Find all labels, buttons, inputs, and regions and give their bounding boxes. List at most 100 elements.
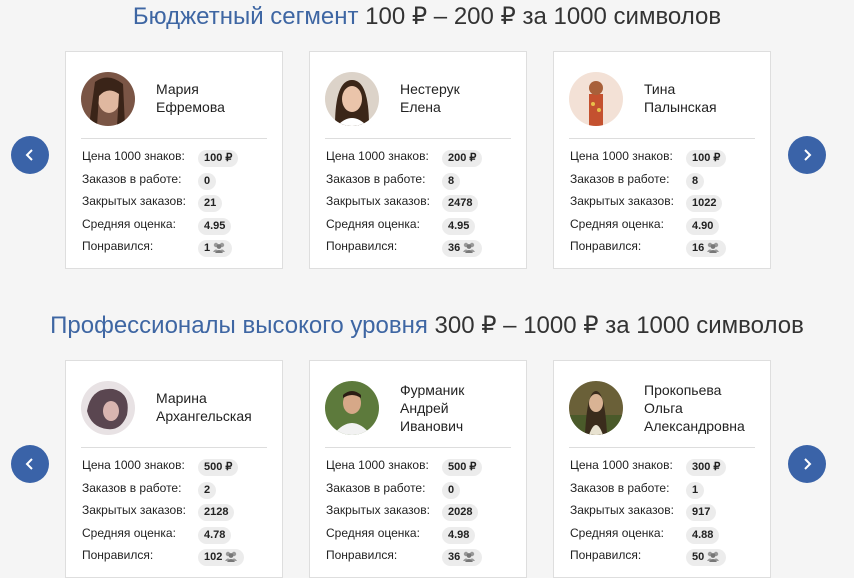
in-work-badge: 1 [686, 481, 705, 499]
liked-label: Понравился: [570, 548, 642, 562]
liked-label: Понравился: [570, 239, 642, 253]
avatar [81, 72, 135, 126]
in-work-badge: 8 [442, 172, 461, 190]
liked-label: Понравился: [326, 239, 398, 253]
avatar [325, 72, 379, 126]
closed-label: Закрытых заказов: [326, 194, 430, 208]
liked-label: Понравился: [326, 548, 398, 562]
avatar [569, 381, 623, 435]
next-arrow-button[interactable] [788, 445, 826, 483]
rating-label: Средняя оценка: [326, 525, 420, 540]
translator-name: Мария Ефремова [156, 81, 225, 115]
translator-name: Прокопьева Ольга Александровна [644, 382, 745, 434]
closed-label: Закрытых заказов: [82, 503, 186, 517]
divider [569, 138, 755, 139]
rating-label: Средняя оценка: [82, 525, 176, 540]
section-title-accent: Профессионалы высокого уровня [50, 312, 428, 339]
next-arrow-button[interactable] [788, 136, 826, 174]
stats-list: Цена 1000 знаков: 200 ₽ Заказов в работе:… [326, 149, 516, 262]
in-work-label: Заказов в работе: [570, 480, 670, 495]
closed-badge: 2028 [442, 504, 479, 521]
liked-badge: 102 [198, 549, 245, 566]
in-work-badge: 2 [198, 481, 217, 499]
section-title-budget: Бюджетный сегмент 100 ₽ – 200 ₽ за 1000 … [0, 2, 854, 31]
chevron-right-icon [804, 149, 812, 161]
price-badge: 500 ₽ [442, 459, 483, 476]
avatar [325, 381, 379, 435]
translator-name: Фурманик Андрей Иванович [400, 382, 465, 434]
chevron-left-icon [25, 458, 33, 470]
translator-name: Нестерук Елена [400, 81, 460, 115]
translator-card[interactable]: Фурманик Андрей Иванович Цена 1000 знако… [309, 360, 527, 578]
stats-list: Цена 1000 знаков: 300 ₽ Заказов в работе:… [570, 458, 760, 571]
divider [569, 447, 755, 448]
divider [81, 447, 267, 448]
group-icon [463, 551, 476, 562]
closed-badge: 1022 [686, 195, 723, 212]
price-badge: 100 ₽ [686, 150, 727, 167]
stats-list: Цена 1000 знаков: 100 ₽ Заказов в работе:… [570, 149, 760, 262]
price-badge: 300 ₽ [686, 459, 727, 476]
translator-card[interactable]: Прокопьева Ольга Александровна Цена 1000… [553, 360, 771, 578]
rating-label: Средняя оценка: [82, 216, 176, 231]
chevron-left-icon [25, 149, 33, 161]
liked-badge: 16 [686, 240, 727, 257]
rating-badge: 4.90 [686, 217, 720, 235]
translator-card[interactable]: Марина Архангельская Цена 1000 знаков: 50… [65, 360, 283, 578]
section-title-accent: Бюджетный сегмент [132, 3, 359, 30]
in-work-label: Заказов в работе: [326, 171, 426, 186]
rating-badge: 4.95 [198, 217, 232, 235]
closed-badge: 2128 [198, 504, 235, 521]
rating-label: Средняя оценка: [326, 216, 420, 231]
in-work-label: Заказов в работе: [82, 171, 182, 186]
translator-name: Марина Архангельская [156, 390, 252, 424]
closed-label: Закрытых заказов: [570, 194, 674, 208]
liked-label: Понравился: [82, 548, 154, 562]
section-title-professionals: Профессионалы высокого уровня 300 ₽ – 10… [0, 311, 854, 340]
in-work-badge: 0 [198, 172, 217, 190]
divider [325, 138, 511, 139]
translator-name: Тина Палынская [644, 81, 717, 115]
translator-card[interactable]: Мария Ефремова Цена 1000 знаков: 100 ₽ За… [65, 51, 283, 269]
rating-badge: 4.98 [442, 526, 476, 544]
in-work-badge: 8 [686, 172, 705, 190]
group-icon [225, 551, 238, 562]
price-badge: 500 ₽ [198, 459, 239, 476]
price-label: Цена 1000 знаков: [326, 149, 429, 163]
prev-arrow-button[interactable] [11, 445, 49, 483]
price-badge: 200 ₽ [442, 150, 483, 167]
price-label: Цена 1000 знаков: [570, 149, 673, 163]
stats-list: Цена 1000 знаков: 100 ₽ Заказов в работе:… [82, 149, 272, 262]
stats-list: Цена 1000 знаков: 500 ₽ Заказов в работе:… [326, 458, 516, 571]
chevron-right-icon [804, 458, 812, 470]
translator-card[interactable]: Тина Палынская Цена 1000 знаков: 100 ₽ За… [553, 51, 771, 269]
group-icon [463, 242, 476, 253]
price-label: Цена 1000 знаков: [82, 149, 185, 163]
closed-label: Закрытых заказов: [326, 503, 430, 517]
liked-badge: 36 [442, 549, 483, 566]
prev-arrow-button[interactable] [11, 136, 49, 174]
group-icon [707, 551, 720, 562]
liked-badge: 50 [686, 549, 727, 566]
liked-label: Понравился: [82, 239, 154, 253]
in-work-label: Заказов в работе: [82, 480, 182, 495]
avatar [81, 381, 135, 435]
stats-list: Цена 1000 знаков: 500 ₽ Заказов в работе:… [82, 458, 272, 571]
price-label: Цена 1000 знаков: [326, 458, 429, 472]
in-work-badge: 0 [442, 481, 461, 499]
translator-card[interactable]: Нестерук Елена Цена 1000 знаков: 200 ₽ За… [309, 51, 527, 269]
closed-badge: 917 [686, 504, 717, 521]
price-label: Цена 1000 знаков: [82, 458, 185, 472]
liked-badge: 1 [198, 240, 233, 257]
group-icon [213, 242, 226, 253]
section-title-price-range: 300 ₽ – 1000 ₽ за 1000 символов [434, 312, 804, 339]
closed-badge: 2478 [442, 195, 479, 212]
rating-badge: 4.88 [686, 526, 720, 544]
group-icon [707, 242, 720, 253]
rating-badge: 4.95 [442, 217, 476, 235]
section-title-price-range: 100 ₽ – 200 ₽ за 1000 символов [365, 3, 722, 30]
divider [81, 138, 267, 139]
divider [325, 447, 511, 448]
closed-badge: 21 [198, 195, 223, 212]
closed-label: Закрытых заказов: [570, 503, 674, 517]
